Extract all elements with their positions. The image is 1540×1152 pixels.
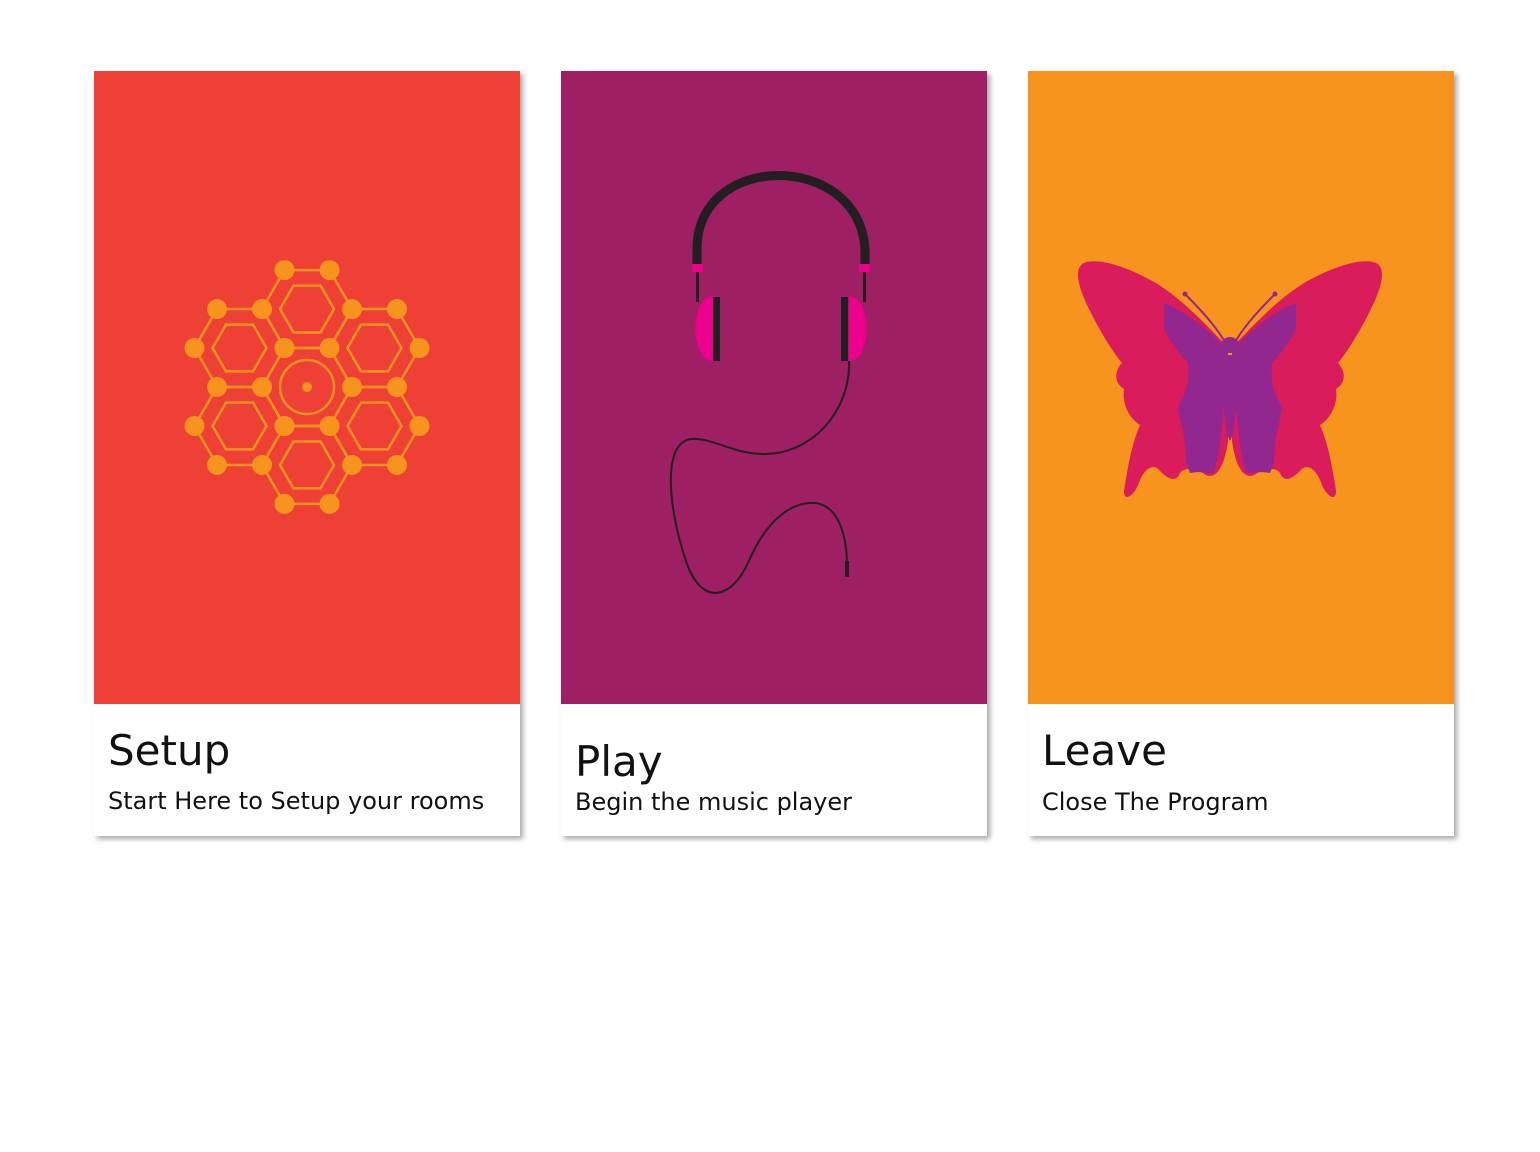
play-subtitle: Begin the music player bbox=[575, 788, 853, 816]
hex-node bbox=[207, 377, 227, 397]
hex-node bbox=[274, 415, 295, 436]
play-tile[interactable]: Play Begin the music player bbox=[561, 71, 987, 836]
butterfly-icon bbox=[1028, 71, 1454, 704]
setup-tile-caption: Setup Start Here to Setup your rooms bbox=[94, 704, 520, 836]
hex-node bbox=[207, 454, 227, 475]
hex-node bbox=[409, 338, 430, 359]
hex-node bbox=[252, 454, 272, 475]
hex-node bbox=[342, 377, 362, 397]
hex-node bbox=[409, 415, 430, 436]
hex-node bbox=[274, 493, 295, 514]
hex-node bbox=[319, 338, 340, 359]
setup-subtitle: Start Here to Setup your rooms bbox=[108, 787, 485, 815]
hex-node bbox=[207, 299, 227, 320]
leave-title: Leave bbox=[1042, 726, 1167, 775]
play-title: Play bbox=[575, 737, 663, 786]
setup-title: Setup bbox=[108, 726, 231, 775]
leave-tile-art bbox=[1028, 71, 1454, 704]
leave-tile-caption: Leave Close The Program bbox=[1028, 704, 1454, 836]
headphones-icon bbox=[561, 71, 987, 704]
hex-node bbox=[342, 454, 362, 475]
hex-node bbox=[252, 377, 272, 397]
setup-tile[interactable]: Setup Start Here to Setup your rooms bbox=[94, 71, 520, 836]
hex-node bbox=[274, 260, 295, 281]
leave-subtitle: Close The Program bbox=[1042, 788, 1269, 816]
hex-node bbox=[274, 338, 295, 359]
hex-node bbox=[252, 299, 272, 320]
setup-tile-art bbox=[94, 71, 520, 704]
hex-node bbox=[387, 299, 407, 320]
hex-node bbox=[319, 260, 340, 281]
hex-node bbox=[319, 493, 340, 514]
hexagon-cluster-icon bbox=[94, 71, 520, 704]
hex-node bbox=[387, 454, 407, 475]
hex-node bbox=[342, 299, 362, 320]
hex-node bbox=[184, 415, 205, 436]
hex-node bbox=[184, 338, 205, 359]
leave-tile[interactable]: Leave Close The Program bbox=[1028, 71, 1454, 836]
play-tile-art bbox=[561, 71, 987, 704]
play-tile-caption: Play Begin the music player bbox=[561, 704, 987, 836]
hex-node bbox=[387, 377, 407, 397]
hex-node bbox=[319, 415, 340, 436]
